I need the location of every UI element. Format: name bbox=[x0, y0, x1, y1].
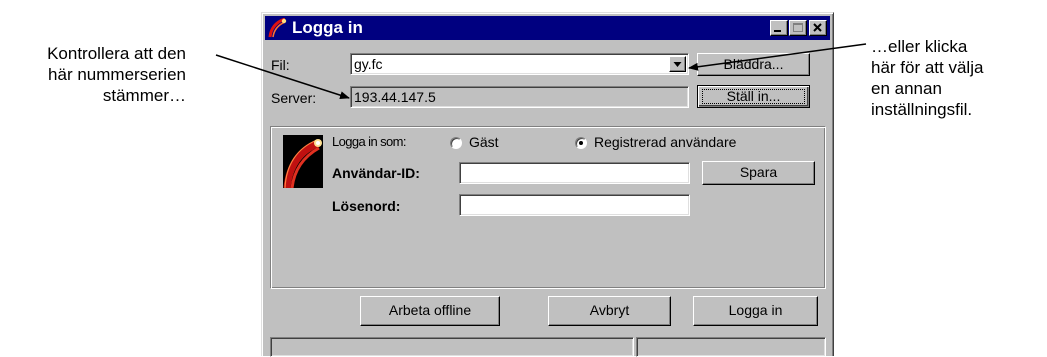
login-window: Logga in Fil: gy.fc Bläddra... Server: 1… bbox=[261, 12, 834, 357]
close-icon bbox=[813, 23, 822, 32]
cancel-button[interactable]: Avbryt bbox=[548, 296, 671, 326]
minimize-icon bbox=[774, 30, 781, 32]
password-label: Lösenord: bbox=[332, 198, 401, 214]
save-button[interactable]: Spara bbox=[702, 161, 815, 185]
chevron-down-icon bbox=[673, 62, 682, 67]
annotation-right-line-4: inställningsfil. bbox=[871, 100, 973, 119]
password-input[interactable] bbox=[459, 194, 690, 216]
browse-button-label: Bläddra... bbox=[723, 56, 784, 72]
comet-logo-icon bbox=[283, 135, 323, 188]
maximize-button[interactable] bbox=[789, 20, 807, 36]
setup-button[interactable]: Ställ in... bbox=[697, 85, 810, 108]
annotation-right-line-3: en annan bbox=[871, 79, 942, 98]
save-button-label: Spara bbox=[739, 164, 778, 180]
window-title: Logga in bbox=[292, 18, 363, 37]
radio-registered-user[interactable] bbox=[575, 137, 587, 149]
annotation-left-line-3: stämmer… bbox=[102, 86, 186, 105]
login-group: Logga in som: Gäst Registrerad användare… bbox=[270, 126, 826, 289]
work-offline-label: Arbeta offline bbox=[388, 302, 472, 318]
radio-guest[interactable] bbox=[450, 137, 462, 149]
radio-registered-user-label[interactable]: Registrerad användare bbox=[594, 134, 736, 150]
server-field: 193.44.147.5 bbox=[350, 86, 689, 108]
server-label: Server: bbox=[271, 90, 317, 106]
user-id-label: Användar-ID: bbox=[332, 165, 420, 181]
setup-button-label: Ställ in... bbox=[726, 88, 781, 104]
cancel-label: Avbryt bbox=[589, 302, 630, 318]
server-value: 193.44.147.5 bbox=[354, 89, 436, 105]
annotation-right-line-2: här för att välja bbox=[871, 58, 984, 77]
file-value: gy.fc bbox=[354, 56, 383, 72]
annotation-right-line-1: …eller klicka bbox=[871, 37, 968, 56]
title-bar[interactable]: Logga in bbox=[265, 16, 830, 40]
login-as-label: Logga in som: bbox=[332, 134, 406, 149]
file-label: Fil: bbox=[271, 57, 290, 73]
close-button[interactable] bbox=[809, 20, 827, 36]
annotation-left: Kontrollera att den här nummerserien stä… bbox=[0, 43, 186, 106]
annotation-right: …eller klicka här för att välja en annan… bbox=[871, 36, 1047, 120]
browse-button[interactable]: Bläddra... bbox=[697, 53, 810, 76]
status-bar-left bbox=[270, 337, 634, 357]
comet-logo-icon bbox=[268, 18, 287, 38]
radio-guest-label[interactable]: Gäst bbox=[469, 134, 499, 150]
radio-selected-dot bbox=[579, 141, 583, 145]
maximize-icon bbox=[793, 23, 803, 32]
login-button[interactable]: Logga in bbox=[693, 296, 818, 326]
work-offline-button[interactable]: Arbeta offline bbox=[360, 296, 500, 326]
file-select[interactable]: gy.fc bbox=[350, 53, 689, 75]
login-label: Logga in bbox=[728, 302, 783, 318]
minimize-button[interactable] bbox=[770, 20, 788, 36]
annotation-left-line-1: Kontrollera att den bbox=[47, 44, 186, 63]
file-dropdown-button[interactable] bbox=[669, 56, 686, 72]
user-id-input[interactable] bbox=[459, 162, 690, 184]
annotation-left-line-2: här nummerserien bbox=[48, 65, 186, 84]
status-bar-right bbox=[636, 337, 826, 357]
